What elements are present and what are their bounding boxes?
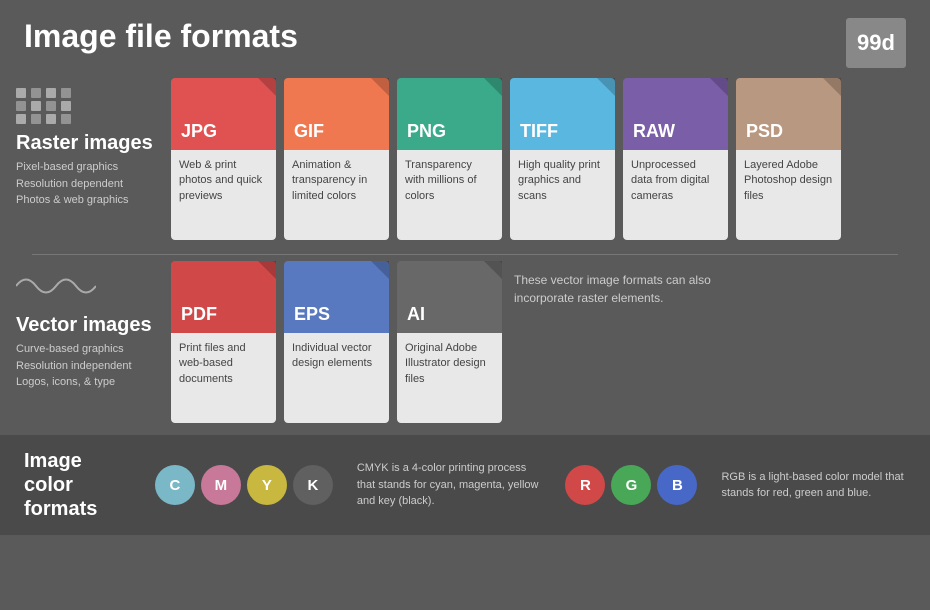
file-card-eps: EPS Individual vector design elements xyxy=(284,261,389,423)
card-label-tiff: TIFF xyxy=(520,121,558,142)
vector-desc: Curve-based graphics Resolution independ… xyxy=(16,341,161,391)
card-top-pdf: PDF xyxy=(171,261,276,333)
raster-desc: Pixel-based graphics Resolution dependen… xyxy=(16,159,161,209)
dot xyxy=(16,101,26,111)
section-divider xyxy=(32,254,898,255)
card-body-psd: Layered Adobe Photoshop design files xyxy=(736,150,841,240)
dot xyxy=(16,88,26,98)
dot xyxy=(31,114,41,124)
dot xyxy=(61,114,71,124)
raster-icon xyxy=(16,88,161,124)
vector-title: Vector images xyxy=(16,314,161,337)
card-body-gif: Animation & transparency in limited colo… xyxy=(284,150,389,240)
header: Image file formats 99d xyxy=(0,0,930,78)
file-card-jpg: JPG Web & print photos and quick preview… xyxy=(171,78,276,240)
rgb-r-circle: R xyxy=(565,465,605,505)
card-label-jpg: JPG xyxy=(181,121,217,142)
file-card-tiff: TIFF High quality print graphics and sca… xyxy=(510,78,615,240)
file-card-pdf: PDF Print files and web-based documents xyxy=(171,261,276,423)
page-title: Image file formats xyxy=(24,18,298,55)
card-top-ai: AI xyxy=(397,261,502,333)
dot xyxy=(61,88,71,98)
file-card-png: PNG Transparency with millions of colors xyxy=(397,78,502,240)
card-label-png: PNG xyxy=(407,121,446,142)
card-top-psd: PSD xyxy=(736,78,841,150)
card-label-gif: GIF xyxy=(294,121,324,142)
dot xyxy=(46,88,56,98)
dot xyxy=(31,101,41,111)
color-section: Image color formats C M Y K CMYK is a 4-… xyxy=(0,435,930,535)
raster-section: Raster images Pixel-based graphics Resol… xyxy=(16,78,914,240)
rgb-g-circle: G xyxy=(611,465,651,505)
vector-icon xyxy=(16,271,161,306)
card-body-jpg: Web & print photos and quick previews xyxy=(171,150,276,240)
card-top-gif: GIF xyxy=(284,78,389,150)
card-label-eps: EPS xyxy=(294,304,330,325)
logo: 99d xyxy=(846,18,906,68)
rgb-b-circle: B xyxy=(657,465,697,505)
card-label-pdf: PDF xyxy=(181,304,217,325)
sections: Raster images Pixel-based graphics Resol… xyxy=(0,78,930,433)
rgb-circles: R G B xyxy=(565,465,697,505)
raster-info: Raster images Pixel-based graphics Resol… xyxy=(16,78,171,209)
cmyk-desc: CMYK is a 4-color printing process that … xyxy=(357,460,542,510)
card-body-tiff: High quality print graphics and scans xyxy=(510,150,615,240)
color-section-title: Image color formats xyxy=(24,449,131,521)
file-card-ai: AI Original Adobe Illustrator design fil… xyxy=(397,261,502,423)
vector-info: Vector images Curve-based graphics Resol… xyxy=(16,261,171,391)
card-label-raw: RAW xyxy=(633,121,675,142)
card-top-eps: EPS xyxy=(284,261,389,333)
raster-title: Raster images xyxy=(16,132,161,155)
card-body-png: Transparency with millions of colors xyxy=(397,150,502,240)
card-top-tiff: TIFF xyxy=(510,78,615,150)
dot xyxy=(16,114,26,124)
vector-note: These vector image formats can also inco… xyxy=(510,261,730,307)
file-card-psd: PSD Layered Adobe Photoshop design files xyxy=(736,78,841,240)
raster-cards: JPG Web & print photos and quick preview… xyxy=(171,78,914,240)
vector-cards: PDF Print files and web-based documents … xyxy=(171,261,914,423)
file-card-raw: RAW Unprocessed data from digital camera… xyxy=(623,78,728,240)
dot xyxy=(31,88,41,98)
card-body-ai: Original Adobe Illustrator design files xyxy=(397,333,502,423)
cmyk-y-circle: Y xyxy=(247,465,287,505)
card-body-pdf: Print files and web-based documents xyxy=(171,333,276,423)
dot xyxy=(46,114,56,124)
card-top-jpg: JPG xyxy=(171,78,276,150)
file-card-gif: GIF Animation & transparency in limited … xyxy=(284,78,389,240)
rgb-desc: RGB is a light-based color model that st… xyxy=(721,469,906,502)
dot xyxy=(61,101,71,111)
vector-section: Vector images Curve-based graphics Resol… xyxy=(16,261,914,423)
card-body-eps: Individual vector design elements xyxy=(284,333,389,423)
card-top-png: PNG xyxy=(397,78,502,150)
dot xyxy=(46,101,56,111)
cmyk-k-circle: K xyxy=(293,465,333,505)
card-label-psd: PSD xyxy=(746,121,783,142)
cmyk-circles: C M Y K xyxy=(155,465,333,505)
card-label-ai: AI xyxy=(407,304,425,325)
card-top-raw: RAW xyxy=(623,78,728,150)
card-body-raw: Unprocessed data from digital cameras xyxy=(623,150,728,240)
cmyk-m-circle: M xyxy=(201,465,241,505)
cmyk-c-circle: C xyxy=(155,465,195,505)
